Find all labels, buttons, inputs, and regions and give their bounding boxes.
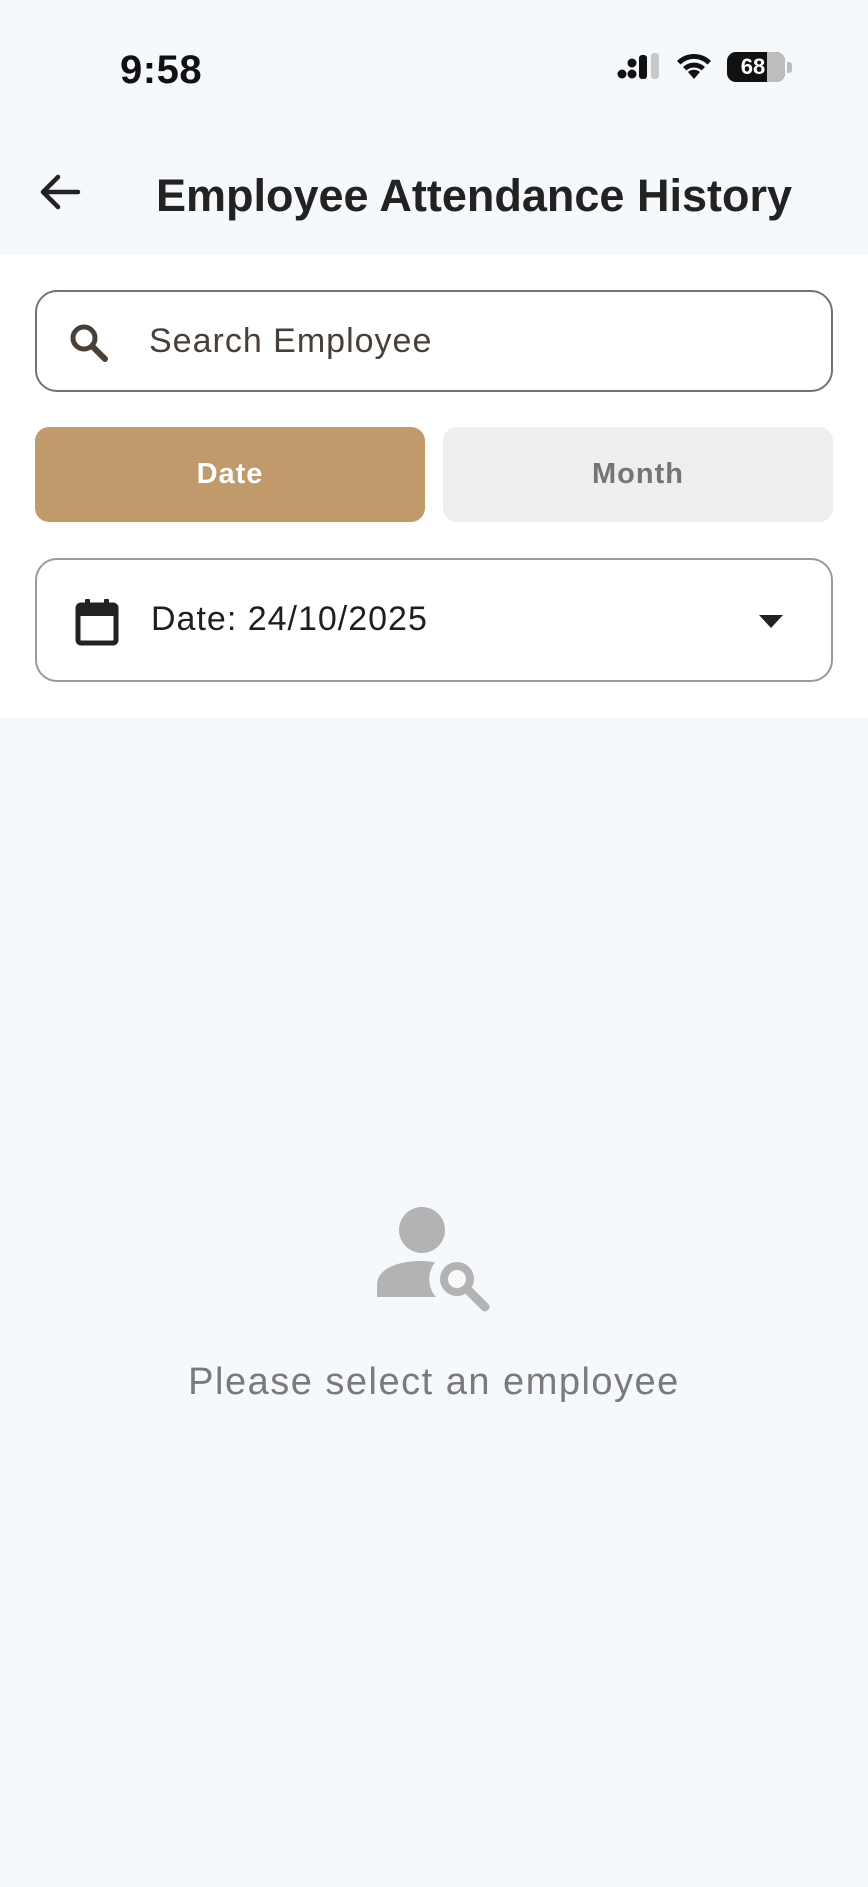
empty-state-message: Please select an employee — [188, 1361, 680, 1403]
month-mode-button[interactable]: Month — [443, 427, 833, 522]
filter-panel: Date Month Date: 24/10/2025 — [0, 255, 868, 717]
arrow-left-icon — [40, 174, 81, 210]
page-title: Employee Attendance History — [156, 170, 792, 221]
search-input[interactable] — [149, 292, 809, 390]
search-icon — [65, 319, 113, 367]
caret-down-icon — [757, 612, 785, 630]
date-picker-dropdown[interactable]: Date: 24/10/2025 — [35, 558, 833, 682]
battery-icon: 68 — [727, 52, 785, 82]
wifi-icon — [677, 53, 711, 79]
signal-icon — [617, 53, 659, 79]
selected-date-label: Date: 24/10/2025 — [151, 600, 428, 638]
date-mode-button[interactable]: Date — [35, 427, 425, 522]
app-bar: Employee Attendance History — [0, 140, 868, 255]
back-button[interactable] — [30, 162, 90, 222]
search-box[interactable] — [35, 290, 833, 392]
calendar-icon — [73, 597, 121, 647]
status-time: 9:58 — [120, 48, 203, 92]
status-bar: 9:58 68 — [0, 0, 868, 140]
person-search-icon — [375, 1205, 493, 1315]
empty-state: Please select an employee — [0, 1205, 868, 1404]
battery-level: 68 — [740, 54, 766, 79]
status-icons: 68 — [617, 52, 792, 82]
